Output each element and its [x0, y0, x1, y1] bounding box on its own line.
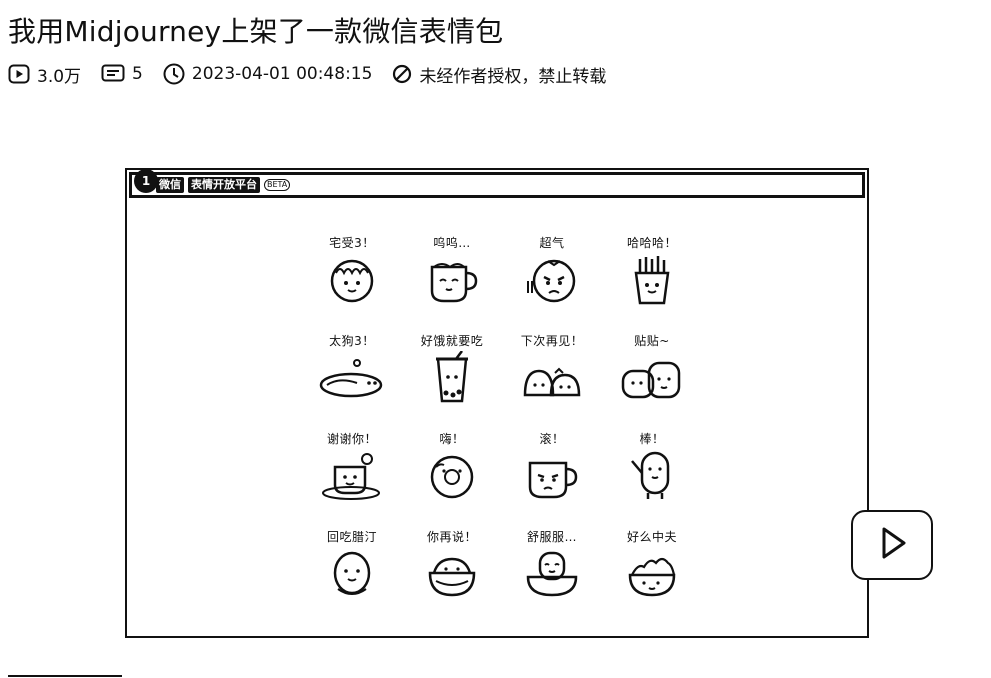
donut-icon [430, 455, 474, 499]
publish-datetime: 2023-04-01 00:48:15 [191, 64, 373, 84]
sticker: 贴贴~ [602, 328, 702, 426]
grumpy-mug-icon [528, 461, 578, 499]
curly-bun-icon [330, 259, 374, 303]
sticker: 超气 [502, 230, 602, 328]
sticker-caption: 滚！ [539, 432, 565, 446]
publish-time: 2023-04-01 00:48:15 [163, 63, 373, 85]
lying-dog-icon [319, 359, 383, 398]
bar-tab-platform: 表情开放平台 [188, 177, 260, 193]
sticker-caption: 超气 [539, 236, 565, 250]
rice-bowl-icon [428, 557, 476, 597]
sticker: 舒服服… [502, 524, 602, 622]
sticker: 太狗3！ [302, 328, 402, 426]
sticker-caption: 哈哈哈！ [626, 236, 677, 250]
thumbs-potato-icon [631, 451, 670, 499]
noodle-bowl-icon [628, 557, 676, 597]
copyright-text: 未经作者授权，禁止转载 [419, 66, 607, 87]
meta-bar: 3.0万 5 2023-04-01 00:48:15 未经作者授权，禁止转载 [8, 60, 606, 88]
comments-count: 5 [132, 64, 143, 84]
cup-icon [430, 263, 478, 303]
play-button-icon [872, 523, 912, 567]
sticker-caption: 呜呜… [433, 236, 471, 250]
sticker-caption: 好么中夫 [626, 530, 677, 544]
sticker-caption: 太狗3！ [329, 334, 375, 348]
sticker: 你再说！ [402, 524, 502, 622]
video-play-button[interactable] [851, 510, 933, 580]
page-title: 我用Midjourney上架了一款微信表情包 [8, 15, 504, 48]
thankful-cup-icon [322, 453, 380, 500]
sticker-grid: 宅受3！ 呜呜… 超气 哈哈哈！ 太狗3！ 好饿就要吃 下次再见！ 贴贴~ 谢谢… [302, 230, 702, 610]
sticker-caption: 回吃腊汀 [326, 530, 377, 544]
sticker: 好饿就要吃 [402, 328, 502, 426]
angry-tomato-icon [527, 259, 576, 303]
sticker-screenshot: 1 微信 表情开放平台 BETA 宅受3！ 呜呜… 超气 哈哈哈！ 太狗3！ 好… [125, 168, 869, 638]
views-count: 3.0万 [37, 66, 82, 87]
sticker: 呜呜… [402, 230, 502, 328]
sticker-caption: 好饿就要吃 [420, 334, 484, 348]
play-icon [8, 64, 30, 84]
fries-icon [634, 256, 670, 305]
screenshot-header-bar: 1 微信 表情开放平台 BETA [129, 169, 865, 198]
sticker-caption: 谢谢你！ [326, 432, 377, 446]
views-stat: 3.0万 [8, 62, 81, 87]
bar-badge: 1 [134, 169, 158, 193]
sticker: 宅受3！ [302, 230, 402, 328]
hugging-buns-icon [621, 361, 681, 399]
sticker: 嗨！ [402, 426, 502, 524]
sticker: 棒！ [602, 426, 702, 524]
sticker-caption: 下次再见！ [520, 334, 584, 348]
sticker: 谢谢你！ [302, 426, 402, 524]
sticker-caption: 宅受3！ [329, 236, 375, 250]
bar-chip: BETA [264, 179, 291, 191]
two-dumplings-icon [523, 367, 581, 397]
relaxed-bowl-icon [526, 551, 578, 597]
sticker-caption: 棒！ [639, 432, 665, 446]
clock-icon [163, 63, 185, 85]
sticker-caption: 嗨！ [439, 432, 465, 446]
sticker-caption: 你再说！ [426, 530, 477, 544]
lemon-bun-icon [333, 551, 371, 595]
sticker: 好么中夫 [602, 524, 702, 622]
sticker: 哈哈哈！ [602, 230, 702, 328]
comment-icon [101, 64, 125, 84]
no-reprint-icon [392, 64, 412, 84]
sticker: 滚！ [502, 426, 602, 524]
divider [8, 675, 122, 677]
sticker-caption: 舒服服… [526, 530, 577, 544]
sticker: 回吃腊汀 [302, 524, 402, 622]
copyright-notice: 未经作者授权，禁止转载 [392, 62, 606, 87]
comments-stat: 5 [101, 64, 143, 84]
sticker-caption: 贴贴~ [634, 334, 670, 348]
bar-tab-wechat: 微信 [156, 177, 184, 193]
bubble-tea-icon [436, 351, 468, 403]
sticker: 下次再见！ [502, 328, 602, 426]
